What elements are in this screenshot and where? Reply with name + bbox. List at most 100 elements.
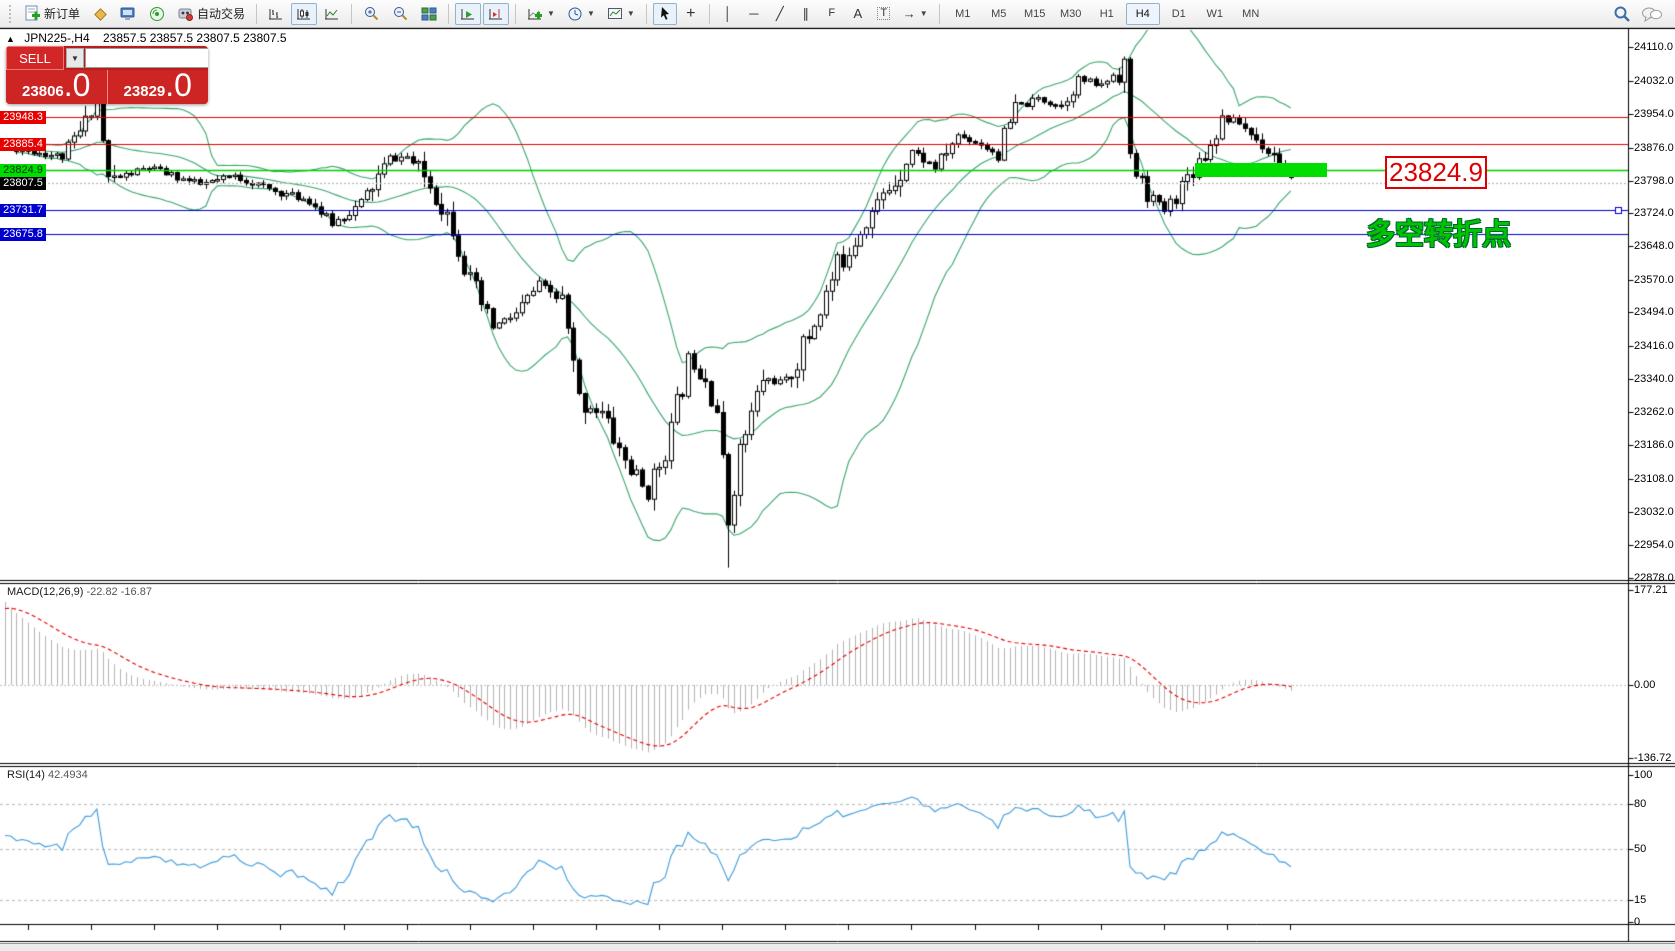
crosshair-button[interactable]: + xyxy=(679,3,703,25)
rsi-scale-label: 15 xyxy=(1634,894,1646,906)
volume-input[interactable] xyxy=(85,48,208,68)
dropdown-caret: ▼ xyxy=(627,9,635,18)
indicators-button[interactable]: ▼ xyxy=(522,3,560,25)
buy-price[interactable]: 23829 .0 xyxy=(108,70,209,104)
channel-button[interactable]: ∥ xyxy=(794,3,818,25)
macd-main-value: -22.82 xyxy=(86,586,117,598)
horizontal-line-button[interactable]: ─ xyxy=(742,3,766,25)
text-label-icon: T xyxy=(877,7,890,20)
rsi-scale-label: 100 xyxy=(1634,769,1652,781)
new-order-label: 新订单 xyxy=(44,5,80,22)
auto-trading-button[interactable]: 自动交易 xyxy=(172,3,250,25)
chart-shift-button[interactable] xyxy=(483,3,509,25)
timeframe-h4[interactable]: H4 xyxy=(1126,3,1160,25)
timeframe-w1[interactable]: W1 xyxy=(1198,3,1232,25)
chat-icon[interactable] xyxy=(1641,5,1663,23)
market-watch-button[interactable] xyxy=(115,3,142,25)
profiles-diamond-icon xyxy=(92,6,108,22)
pivot-note-text[interactable]: 多空转折点 xyxy=(1366,211,1511,253)
price-tick-label: 23262.0 xyxy=(1634,406,1674,418)
buy-price-main: 23829 xyxy=(124,83,166,100)
text-button[interactable]: A xyxy=(846,3,870,25)
auto-scroll-icon xyxy=(460,6,476,22)
toolbar-grip[interactable] xyxy=(9,5,14,23)
text-label-button[interactable]: T xyxy=(872,3,896,25)
toolbar-separator xyxy=(709,4,710,24)
timeframe-h1[interactable]: H1 xyxy=(1090,3,1124,25)
chart-info-line: ▲ JPN225-,H4 23857.5 23857.5 23807.5 238… xyxy=(6,31,287,45)
search-icon[interactable] xyxy=(1613,5,1631,23)
macd-signal-value: -16.87 xyxy=(121,586,152,598)
timeframe-d1[interactable]: D1 xyxy=(1162,3,1196,25)
arrows-button[interactable]: → ▼ xyxy=(898,3,933,25)
zoom-out-icon xyxy=(392,5,409,22)
timeframe-mn[interactable]: MN xyxy=(1234,3,1268,25)
cursor-icon xyxy=(658,6,672,21)
fibonacci-button[interactable]: F xyxy=(820,3,844,25)
candlestick-chart-button[interactable] xyxy=(291,3,317,25)
new-order-button[interactable]: 新订单 xyxy=(19,3,85,25)
equidistant-channel-icon: ∥ xyxy=(803,7,810,20)
price-level-badge: 23948.3 xyxy=(0,111,46,124)
tile-windows-button[interactable] xyxy=(416,3,442,25)
macd-scale-label: 0.00 xyxy=(1634,679,1655,691)
timeframe-m15[interactable]: M15 xyxy=(1018,3,1052,25)
ohlc-values: 23857.5 23857.5 23807.5 23807.5 xyxy=(103,31,287,45)
signals-button[interactable] xyxy=(144,3,170,25)
price-tick-label: 23648.0 xyxy=(1634,240,1674,252)
templates-button[interactable]: ▼ xyxy=(602,3,640,25)
price-tick-label: 24110.0 xyxy=(1634,41,1673,53)
autotrade-robot-icon xyxy=(177,6,194,22)
price-tick-label: 22878.0 xyxy=(1634,572,1674,584)
mt4-window: 新订单 自动 xyxy=(0,0,1675,951)
price-tick-label: 23494.0 xyxy=(1634,306,1674,318)
rsi-scale-label: 0 xyxy=(1634,916,1640,928)
bar-chart-button[interactable] xyxy=(263,3,289,25)
horizontal-line-icon: ─ xyxy=(749,7,758,20)
auto-trading-label: 自动交易 xyxy=(197,5,245,22)
price-level-badge: 23675.8 xyxy=(0,228,46,241)
signal-icon xyxy=(149,6,165,22)
periods-clock-icon xyxy=(567,6,583,22)
sell-price-main: 23806 xyxy=(22,83,64,100)
price-tick-label: 23954.0 xyxy=(1634,108,1674,120)
toolbar-separator xyxy=(256,4,257,24)
macd-label: MACD(12,26,9) -22.82 -16.87 xyxy=(7,586,152,598)
sell-price[interactable]: 23806 .0 xyxy=(6,70,108,104)
volume-down-button[interactable]: ▼ xyxy=(66,48,84,68)
price-level-badge: 23731.7 xyxy=(0,204,46,217)
profiles-button[interactable] xyxy=(87,3,113,25)
cursor-button[interactable] xyxy=(653,3,677,25)
price-annotation-box[interactable]: 23824.9 xyxy=(1385,156,1487,189)
chart-canvas[interactable] xyxy=(0,0,1675,951)
line-chart-button[interactable] xyxy=(319,3,345,25)
highlight-rectangle[interactable] xyxy=(1195,163,1327,177)
trendline-button[interactable]: ╱ xyxy=(768,3,792,25)
timeframe-m5[interactable]: M5 xyxy=(982,3,1016,25)
candlestick-chart-icon xyxy=(296,6,312,22)
zoom-in-button[interactable] xyxy=(358,3,385,25)
sell-button[interactable]: SELL xyxy=(6,46,64,70)
line-chart-icon xyxy=(324,6,340,22)
toolbar-right xyxy=(1613,5,1669,23)
periods-button[interactable]: ▼ xyxy=(562,3,600,25)
templates-icon xyxy=(607,6,623,22)
vertical-line-icon: │ xyxy=(724,7,732,20)
toolbar-separator xyxy=(515,4,516,24)
vertical-line-button[interactable]: │ xyxy=(716,3,740,25)
price-tick-label: 23186.0 xyxy=(1634,439,1674,451)
rsi-value: 42.4934 xyxy=(48,769,88,781)
zoom-out-button[interactable] xyxy=(387,3,414,25)
indicators-icon xyxy=(527,6,543,22)
fibonacci-icon: F xyxy=(828,8,835,19)
panel-collapse-icon[interactable]: ▲ xyxy=(6,34,15,44)
auto-scroll-button[interactable] xyxy=(455,3,481,25)
macd-scale-label: 177.21 xyxy=(1634,584,1668,596)
timeframe-m1[interactable]: M1 xyxy=(946,3,980,25)
toolbar: 新订单 自动 xyxy=(0,0,1675,28)
price-tick-label: 23570.0 xyxy=(1634,274,1674,286)
price-tick-label: 23032.0 xyxy=(1634,506,1674,518)
price-tick-label: 23416.0 xyxy=(1634,340,1674,352)
trendline-icon: ╱ xyxy=(776,7,784,20)
timeframe-m30[interactable]: M30 xyxy=(1054,3,1088,25)
